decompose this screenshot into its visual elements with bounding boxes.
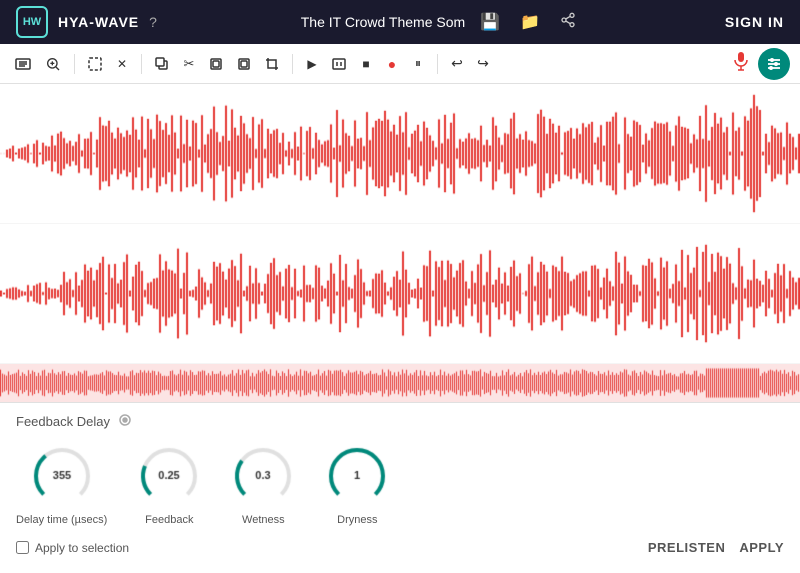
effects-panel: Feedback Delay Delay time (µsecs) Feedba… [0,402,800,567]
mic-icon[interactable] [732,51,750,76]
toolbar-right [732,48,790,80]
knob-wetness-label: Wetness [242,514,285,526]
stop-button[interactable]: ■ [355,52,377,76]
apply-selection-label[interactable]: Apply to selection [35,541,129,555]
redo-button[interactable]: ↪ [472,52,494,76]
folder-icon[interactable]: 📁 [515,10,545,34]
loop-button[interactable] [327,52,351,76]
waveform-track-bottom[interactable] [0,224,800,364]
help-icon[interactable]: ? [149,14,157,30]
app-header: HW HYA-WAVE ? The IT Crowd Theme Som 💾 📁… [0,0,800,44]
knob-dryness-label: Dryness [337,514,377,526]
save-icon[interactable]: 💾 [475,10,505,34]
header-center: The IT Crowd Theme Som 💾 📁 [301,10,581,35]
share-icon[interactable] [555,10,581,35]
sep3 [292,54,293,74]
sep4 [437,54,438,74]
pause-button[interactable]: ⏸ [407,52,429,76]
toolbar: ✕ ✂ ▶ ■ ● ⏸ ↩ ↪ [0,44,800,84]
sep2 [141,54,142,74]
copy-button[interactable] [150,52,174,76]
waveform-track-top[interactable] [0,84,800,224]
effects-footer: Apply to selection PRELISTEN APPLY [16,540,784,555]
knob-delay-time: Delay time (µsecs) [16,444,107,526]
apply-selection-group: Apply to selection [16,541,129,555]
apply-selection-checkbox[interactable] [16,541,29,554]
knob-delay-time-label: Delay time (µsecs) [16,514,107,526]
zoom-in-button[interactable] [40,52,66,76]
effects-title: Feedback Delay [16,414,110,429]
file-title: The IT Crowd Theme Som [301,14,465,30]
deselect-button[interactable]: ✕ [111,52,133,76]
header-left: HW HYA-WAVE ? [16,6,157,38]
sep1 [74,54,75,74]
sign-in-button[interactable]: SIGN IN [725,14,784,30]
apply-button[interactable]: APPLY [739,540,784,555]
record-button[interactable]: ● [381,52,403,76]
knob-feedback-label: Feedback [145,514,193,526]
effects-title-row: Feedback Delay [16,413,784,430]
paste-left-button[interactable] [204,52,228,76]
cut-button[interactable]: ✂ [178,52,200,76]
logo-box[interactable]: HW [16,6,48,38]
effects-toggle-icon[interactable] [118,413,132,430]
select-all-button[interactable] [83,52,107,76]
knob-wetness: Wetness [231,444,295,526]
minimap-track[interactable] [0,364,800,402]
crop-button[interactable] [260,52,284,76]
app-name: HYA-WAVE [58,14,139,30]
zoom-fit-button[interactable] [10,52,36,76]
prelisten-button[interactable]: PRELISTEN [648,540,725,555]
knob-feedback: Feedback [137,444,201,526]
paste-right-button[interactable] [232,52,256,76]
logo-abbr: HW [23,16,41,28]
knobs-row: Delay time (µsecs) Feedback Wetness Dryn… [16,444,784,526]
equalizer-button[interactable] [758,48,790,80]
undo-button[interactable]: ↩ [446,52,468,76]
play-button[interactable]: ▶ [301,52,323,76]
footer-actions: PRELISTEN APPLY [648,540,784,555]
waveform-container [0,84,800,402]
knob-dryness: Dryness [325,444,389,526]
